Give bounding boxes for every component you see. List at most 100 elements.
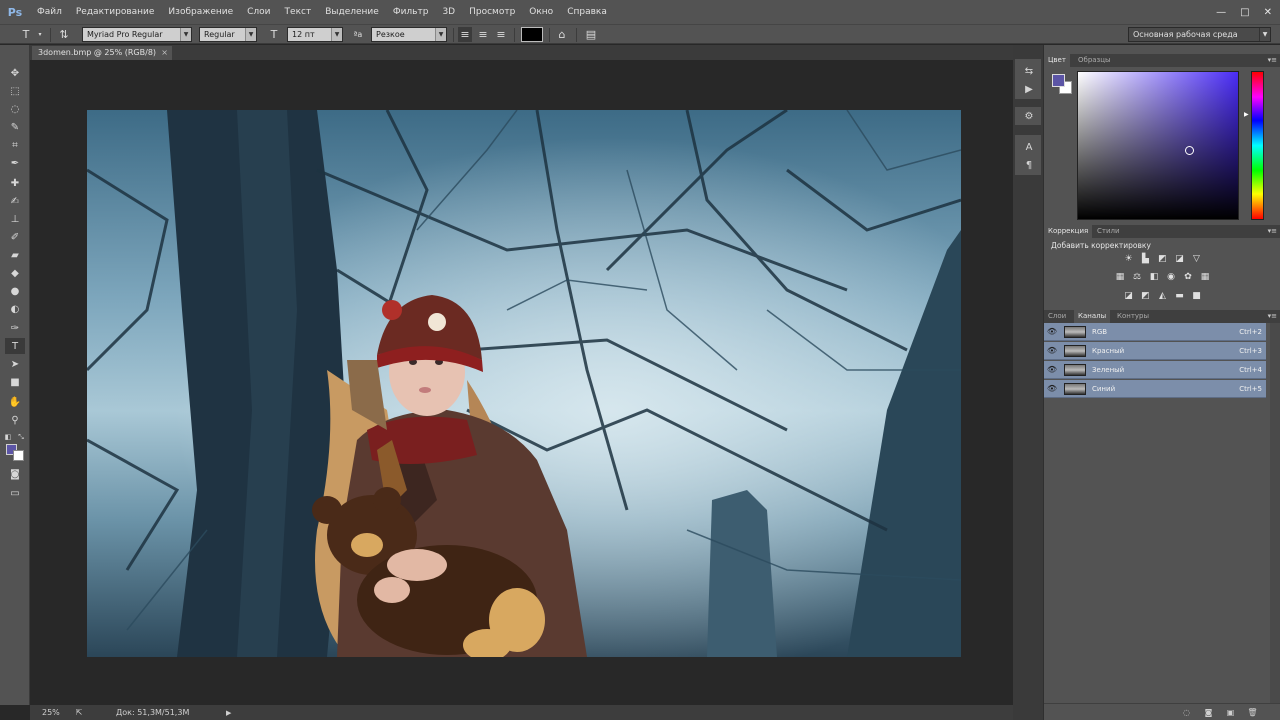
- menu-file[interactable]: Файл: [30, 0, 69, 24]
- quick-select-tool-icon[interactable]: ✎: [5, 119, 25, 135]
- photo-filter-icon[interactable]: ◉: [1165, 271, 1177, 282]
- clone-stamp-tool-icon[interactable]: ⊥: [5, 211, 25, 227]
- document-tab[interactable]: 3domen.bmp @ 25% (RGB/8) ×: [32, 46, 172, 60]
- blur-tool-icon[interactable]: ●: [5, 283, 25, 299]
- curves-icon[interactable]: ◩: [1157, 253, 1169, 264]
- close-button[interactable]: ✕: [1264, 7, 1272, 18]
- eye-icon[interactable]: 👁: [1044, 327, 1060, 336]
- eye-icon[interactable]: 👁: [1044, 384, 1060, 393]
- type-tool-icon[interactable]: T: [5, 338, 25, 354]
- hue-slider-marker[interactable]: ▶: [1244, 111, 1249, 118]
- paint-bucket-tool-icon[interactable]: ◆: [5, 265, 25, 281]
- swap-colors-icon[interactable]: ⤡: [15, 429, 27, 445]
- properties-icon[interactable]: ⚙: [1022, 109, 1036, 123]
- eye-icon[interactable]: 👁: [1044, 346, 1060, 355]
- status-menu-arrow[interactable]: ▶: [226, 709, 231, 717]
- tab-swatches[interactable]: Образцы: [1074, 54, 1115, 67]
- vibrance-icon[interactable]: ▽: [1191, 253, 1203, 264]
- align-left-icon[interactable]: ≡: [458, 27, 472, 42]
- document-image[interactable]: [87, 110, 961, 657]
- marquee-tool-icon[interactable]: ⬚: [5, 83, 25, 99]
- background-color-swatch[interactable]: [13, 450, 24, 461]
- dodge-tool-icon[interactable]: ◐: [5, 301, 25, 317]
- color-lookup-icon[interactable]: ▦: [1199, 271, 1211, 282]
- hand-tool-icon[interactable]: ✋: [5, 394, 25, 410]
- move-tool-icon[interactable]: ✥: [5, 65, 25, 81]
- invert-icon[interactable]: ◪: [1123, 290, 1135, 301]
- minimize-button[interactable]: —: [1216, 7, 1226, 18]
- chevron-down-icon[interactable]: ▾: [36, 27, 44, 42]
- export-icon[interactable]: ⇱: [72, 708, 86, 717]
- actions-icon[interactable]: ▶: [1022, 82, 1036, 96]
- quick-mask-icon[interactable]: ◙: [5, 466, 25, 482]
- exposure-icon[interactable]: ◪: [1174, 253, 1186, 264]
- text-orientation-icon[interactable]: ⇅: [56, 27, 72, 42]
- channel-mixer-icon[interactable]: ✿: [1182, 271, 1194, 282]
- menu-window[interactable]: Окно: [522, 0, 560, 24]
- eraser-tool-icon[interactable]: ▰: [5, 247, 25, 263]
- lasso-tool-icon[interactable]: ◌: [5, 101, 25, 117]
- tab-styles[interactable]: Стили: [1093, 225, 1124, 238]
- tab-channels[interactable]: Каналы: [1074, 310, 1111, 323]
- font-size-select[interactable]: 12 пт ▼: [287, 27, 343, 42]
- posterize-icon[interactable]: ◩: [1140, 290, 1152, 301]
- panel-scrollbar[interactable]: [1270, 323, 1280, 703]
- black-white-icon[interactable]: ◧: [1148, 271, 1160, 282]
- panel-menu-icon[interactable]: ▾≡: [1268, 225, 1277, 238]
- color-picker-cursor[interactable]: [1185, 146, 1194, 155]
- menu-type[interactable]: Текст: [278, 0, 319, 24]
- tab-paths[interactable]: Контуры: [1113, 310, 1153, 323]
- tab-adjustments[interactable]: Коррекция: [1044, 225, 1093, 238]
- antialias-select[interactable]: Резкое ▼: [371, 27, 447, 42]
- character-panel-icon[interactable]: ▤: [583, 27, 599, 42]
- hue-slider[interactable]: [1251, 71, 1264, 220]
- menu-layers[interactable]: Слои: [240, 0, 277, 24]
- channel-row-green[interactable]: 👁 Зеленый Ctrl+4: [1044, 361, 1266, 379]
- eye-icon[interactable]: 👁: [1044, 365, 1060, 374]
- type-tool-preset-icon[interactable]: T: [18, 27, 34, 42]
- brush-tool-icon[interactable]: ✍: [5, 193, 25, 209]
- default-colors-icon[interactable]: ◧: [2, 429, 14, 445]
- maximize-button[interactable]: □: [1240, 7, 1249, 18]
- selective-color-icon[interactable]: ■: [1191, 290, 1203, 301]
- threshold-icon[interactable]: ◭: [1157, 290, 1169, 301]
- brightness-contrast-icon[interactable]: ☀: [1123, 253, 1135, 264]
- text-color-swatch[interactable]: [521, 27, 543, 42]
- menu-edit[interactable]: Редактирование: [69, 0, 162, 24]
- levels-icon[interactable]: ▙: [1140, 253, 1152, 264]
- save-selection-icon[interactable]: ◙: [1203, 707, 1214, 718]
- color-balance-icon[interactable]: ⚖: [1131, 271, 1143, 282]
- character-icon[interactable]: A: [1022, 140, 1036, 154]
- menu-3d[interactable]: 3D: [435, 0, 462, 24]
- warp-text-icon[interactable]: ⌂: [554, 27, 570, 42]
- rectangle-tool-icon[interactable]: ■: [5, 374, 25, 390]
- zoom-level[interactable]: 25%: [42, 708, 72, 717]
- healing-brush-tool-icon[interactable]: ✚: [5, 175, 25, 191]
- color-foreground-swatch[interactable]: [1052, 74, 1065, 87]
- eyedropper-tool-icon[interactable]: ✒: [5, 155, 25, 171]
- paragraph-icon[interactable]: ¶: [1022, 158, 1036, 172]
- menu-select[interactable]: Выделение: [318, 0, 386, 24]
- delete-channel-icon[interactable]: 🗑: [1247, 707, 1258, 718]
- history-brush-tool-icon[interactable]: ✐: [5, 229, 25, 245]
- canvas-area[interactable]: [30, 60, 1013, 705]
- panel-menu-icon[interactable]: ▾≡: [1268, 54, 1277, 67]
- gradient-map-icon[interactable]: ▬: [1174, 290, 1186, 301]
- new-channel-icon[interactable]: ▣: [1225, 707, 1236, 718]
- channel-row-blue[interactable]: 👁 Синий Ctrl+5: [1044, 380, 1266, 398]
- channel-row-rgb[interactable]: 👁 RGB Ctrl+2: [1044, 323, 1266, 341]
- panel-menu-icon[interactable]: ▾≡: [1268, 310, 1277, 323]
- path-selection-tool-icon[interactable]: ➤: [5, 356, 25, 372]
- color-picker-field[interactable]: [1077, 71, 1239, 220]
- screen-mode-icon[interactable]: ▭: [5, 485, 25, 501]
- tab-color[interactable]: Цвет: [1044, 54, 1070, 67]
- zoom-tool-icon[interactable]: ⚲: [5, 412, 25, 428]
- history-icon[interactable]: ⇆: [1022, 64, 1036, 78]
- font-style-select[interactable]: Regular ▼: [199, 27, 257, 42]
- tab-layers[interactable]: Слои: [1044, 310, 1070, 323]
- menu-help[interactable]: Справка: [560, 0, 614, 24]
- align-center-icon[interactable]: ≡: [476, 27, 490, 42]
- channel-row-red[interactable]: 👁 Красный Ctrl+3: [1044, 342, 1266, 360]
- hue-saturation-icon[interactable]: ▦: [1114, 271, 1126, 282]
- crop-tool-icon[interactable]: ⌗: [5, 137, 25, 153]
